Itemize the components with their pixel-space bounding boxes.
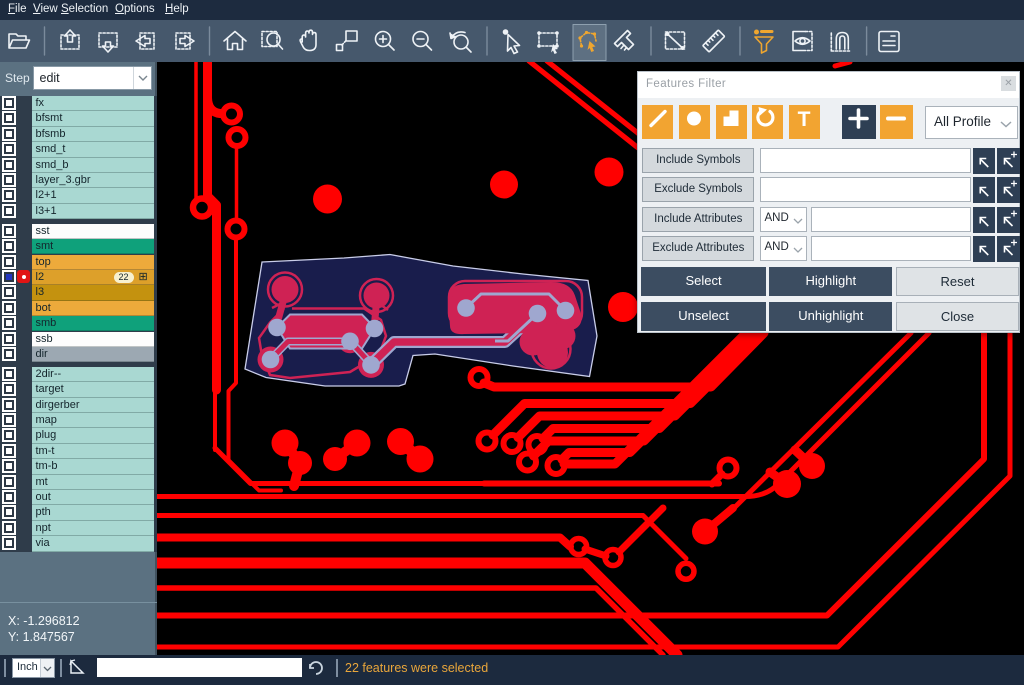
svg-text:T: T (798, 108, 811, 131)
